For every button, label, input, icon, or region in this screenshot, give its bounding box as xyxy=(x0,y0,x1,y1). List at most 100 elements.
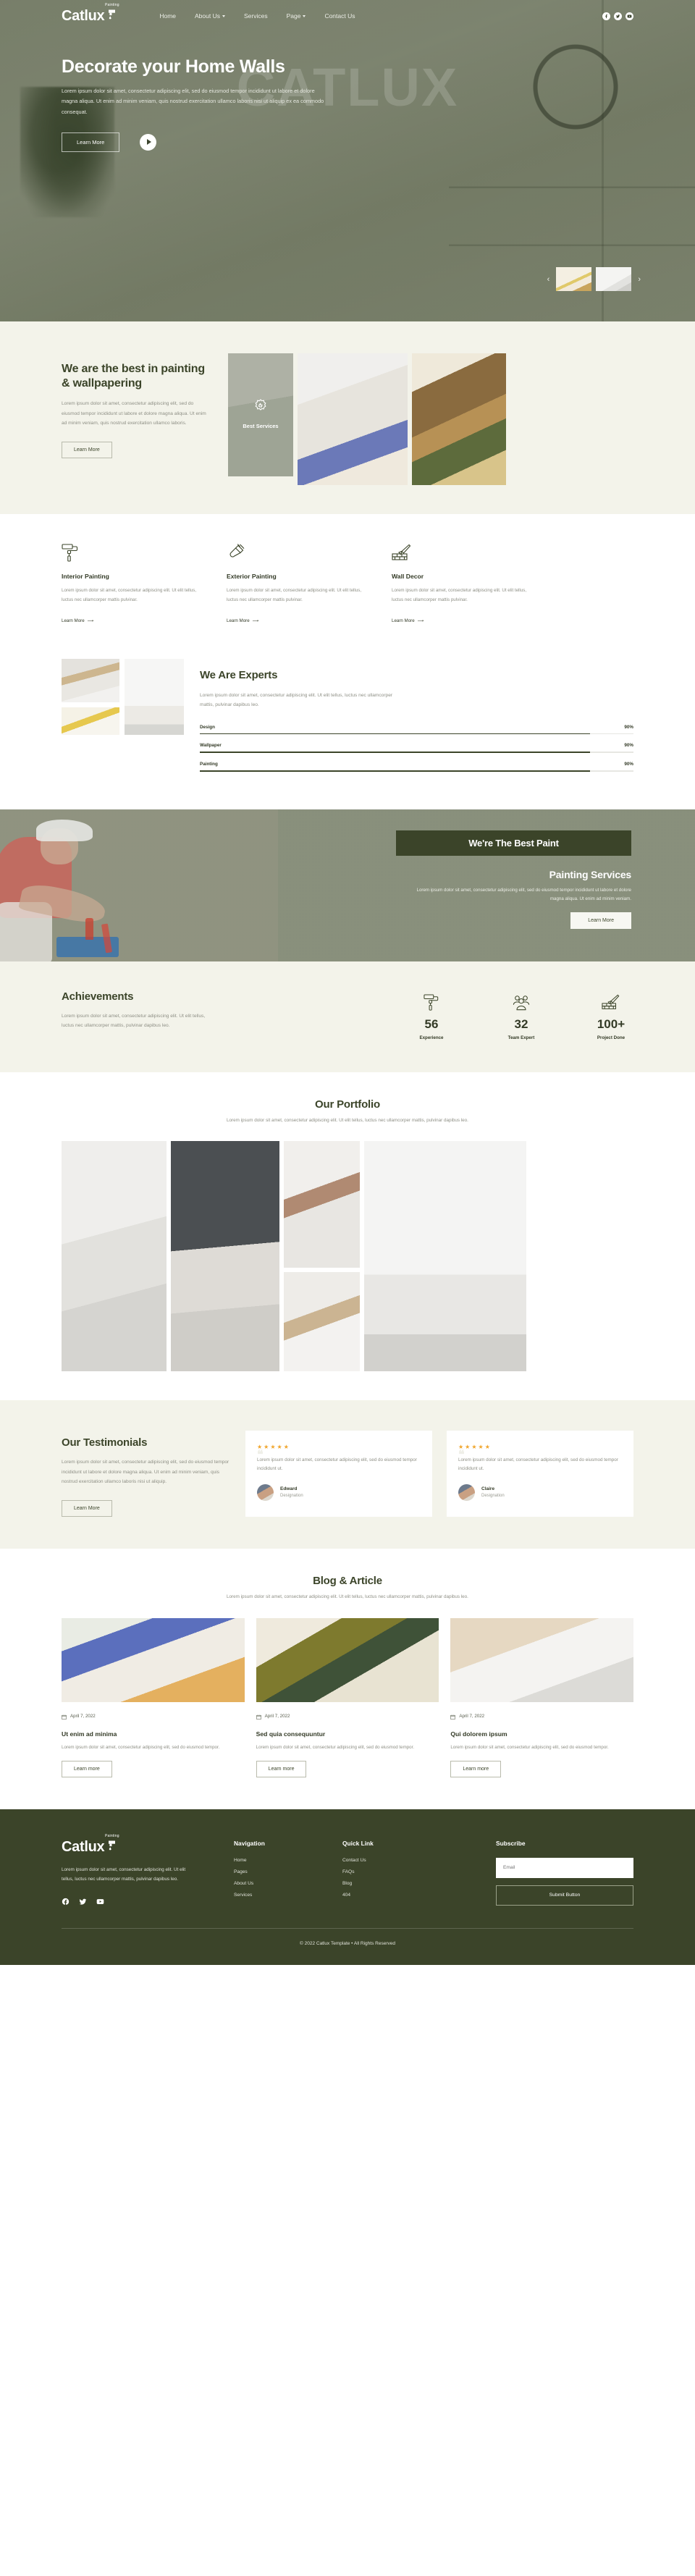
portfolio-item[interactable] xyxy=(284,1141,360,1268)
nav-item-services[interactable]: Services xyxy=(244,12,268,20)
footer-link-services[interactable]: Services xyxy=(234,1893,342,1898)
twitter-icon[interactable] xyxy=(79,1896,87,1909)
footer-link-contact-us[interactable]: Contact Us xyxy=(342,1858,451,1863)
best-title: We are the best in painting & wallpaperi… xyxy=(62,363,205,390)
hero-section: CATLUX Catlux Painting Home About Us Ser… xyxy=(0,0,695,321)
paint-roller-icon xyxy=(62,543,205,563)
blog-container: Blog & Article Lorem ipsum dolor sit ame… xyxy=(62,1575,634,1777)
blog-learn-more-button[interactable]: Learn more xyxy=(450,1760,502,1777)
best-gallery: Best Services xyxy=(228,353,633,485)
service-learn-more-link[interactable]: Learn More ⟶ xyxy=(227,618,259,623)
testimonial-cards: ★★★★★ ❝ Lorem ipsum dolor sit amet, cons… xyxy=(245,1431,633,1517)
logo-superscript: Painting xyxy=(105,1833,119,1838)
experts-images xyxy=(62,659,184,780)
blog-card-text: Lorem ipsum dolor sit amet, consectetur … xyxy=(256,1744,415,1750)
service-card-wall-decor[interactable]: Wall Decor Lorem ipsum dolor sit amet, c… xyxy=(392,543,535,626)
footer-link-about-us[interactable]: About Us xyxy=(234,1881,342,1886)
paint-banner-learn-more-button[interactable]: Learn More xyxy=(570,912,631,929)
footer-link-blog[interactable]: Blog xyxy=(342,1881,451,1886)
portfolio-item[interactable] xyxy=(284,1272,360,1372)
footer-container: Catlux Painting Lorem ipsum dolor sit am… xyxy=(62,1834,633,1965)
facebook-icon[interactable] xyxy=(602,12,610,20)
service-link-label: Learn More xyxy=(392,618,415,624)
youtube-icon[interactable] xyxy=(626,12,633,20)
arrow-right-icon: ⟶ xyxy=(252,618,259,624)
twitter-icon[interactable] xyxy=(614,12,622,20)
footer-link-pages[interactable]: Pages xyxy=(234,1869,342,1874)
footer-link-home[interactable]: Home xyxy=(234,1858,342,1863)
youtube-icon[interactable] xyxy=(96,1896,104,1909)
footer-logo[interactable]: Catlux Painting xyxy=(62,1834,234,1854)
service-card-exterior-painting[interactable]: Exterior Painting Lorem ipsum dolor sit … xyxy=(227,543,370,626)
blog-card-title: Ut enim ad minima xyxy=(62,1730,117,1738)
subscribe-email-input[interactable] xyxy=(496,1857,633,1878)
portfolio-column xyxy=(62,1141,167,1372)
testimonials-learn-more-button[interactable]: Learn More xyxy=(62,1499,112,1517)
portfolio-paragraph: Lorem ipsum dolor sit amet, consectetur … xyxy=(227,1117,468,1123)
play-video-icon[interactable] xyxy=(140,133,157,151)
nav-item-page[interactable]: Page xyxy=(287,12,306,20)
portfolio-item[interactable] xyxy=(364,1141,526,1372)
nav-item-contact-us[interactable]: Contact Us xyxy=(324,12,355,20)
blog-card[interactable]: April 7, 2022 Sed quia consequuntur Lore… xyxy=(256,1617,439,1777)
service-card-interior-painting[interactable]: Interior Painting Lorem ipsum dolor sit … xyxy=(62,543,205,626)
carousel-prev-icon[interactable]: ‹ xyxy=(545,275,552,284)
gallery-image-moodboard xyxy=(412,353,506,485)
hero-learn-more-button[interactable]: Learn More xyxy=(62,132,120,152)
skill-bar-header: Painting 90% xyxy=(200,762,633,767)
skill-bar-header: Design 90% xyxy=(200,725,633,730)
gallery-image-blueprint xyxy=(298,353,408,485)
best-container: We are the best in painting & wallpaperi… xyxy=(62,353,633,485)
blog-paragraph: Lorem ipsum dolor sit amet, consectetur … xyxy=(227,1594,468,1599)
service-title: Wall Decor xyxy=(392,573,424,580)
portfolio-section: Our Portfolio Lorem ipsum dolor sit amet… xyxy=(0,1072,695,1401)
testimonial-text: Lorem ipsum dolor sit amet, consectetur … xyxy=(257,1457,417,1472)
experts-image-living-room xyxy=(62,659,119,703)
subscribe-submit-button[interactable]: Submit Button xyxy=(496,1885,633,1906)
carousel-thumbnail[interactable] xyxy=(596,267,632,291)
best-learn-more-button[interactable]: Learn More xyxy=(62,441,112,458)
footer-link-faqs[interactable]: FAQs xyxy=(342,1869,451,1874)
skill-bar-painting: Painting 90% xyxy=(200,762,633,772)
carousel-thumbnail[interactable] xyxy=(556,267,592,291)
portfolio-item[interactable] xyxy=(171,1141,279,1372)
site-logo[interactable]: Catlux Painting xyxy=(62,4,119,24)
blog-learn-more-button[interactable]: Learn more xyxy=(62,1760,112,1777)
blog-learn-more-button[interactable]: Learn more xyxy=(256,1760,307,1777)
footer-navigation-heading: Navigation xyxy=(234,1839,265,1847)
achievements-container: Achievements Lorem ipsum dolor sit amet,… xyxy=(62,990,633,1040)
rating-stars: ★★★★★ xyxy=(257,1444,290,1451)
arrow-right-icon: ⟶ xyxy=(417,618,424,624)
skill-fill xyxy=(200,752,591,753)
service-learn-more-link[interactable]: Learn More ⟶ xyxy=(62,618,94,623)
facebook-icon[interactable] xyxy=(62,1896,70,1909)
carousel-next-icon[interactable]: › xyxy=(636,275,643,284)
footer-link-404[interactable]: 404 xyxy=(342,1893,451,1898)
hero-content: Decorate your Home Walls Lorem ipsum dol… xyxy=(62,32,633,152)
blog-thumbnail xyxy=(450,1617,634,1702)
service-learn-more-link[interactable]: Learn More ⟶ xyxy=(392,618,424,623)
testimonials-title: Our Testimonials xyxy=(62,1436,148,1449)
nav-item-about-us[interactable]: About Us xyxy=(195,12,225,20)
blog-card[interactable]: April 7, 2022 Qui dolorem ipsum Lorem ip… xyxy=(450,1617,634,1777)
blog-header: Blog & Article Lorem ipsum dolor sit ame… xyxy=(62,1575,633,1602)
stat-caption: Team Expert xyxy=(507,1035,535,1040)
hero-cta-group: Learn More xyxy=(62,132,633,152)
blog-card[interactable]: April 7, 2022 Ut enim ad minima Lorem ip… xyxy=(62,1617,245,1777)
portfolio-column xyxy=(364,1141,526,1372)
paint-banner-paragraph: Lorem ipsum dolor sit amet, consectetur … xyxy=(416,887,631,901)
blog-grid: April 7, 2022 Ut enim ad minima Lorem ip… xyxy=(62,1617,634,1777)
stat-project-done: 100+ Project Done xyxy=(589,993,633,1040)
blog-card-text: Lorem ipsum dolor sit amet, consectetur … xyxy=(62,1744,220,1750)
nav-item-home[interactable]: Home xyxy=(159,12,176,20)
best-copy: We are the best in painting & wallpaperi… xyxy=(62,353,212,485)
portfolio-item[interactable] xyxy=(62,1141,167,1372)
experts-container: We Are Experts Lorem ipsum dolor sit ame… xyxy=(62,659,633,780)
stat-experience: 56 Experience xyxy=(409,993,454,1040)
testimonials-row: Our Testimonials Lorem ipsum dolor sit a… xyxy=(62,1431,633,1517)
calendar-icon xyxy=(450,1710,456,1723)
skill-track xyxy=(200,752,633,753)
skill-fill xyxy=(200,733,591,735)
gallery-caption: Best Services xyxy=(243,422,279,429)
blog-date: April 7, 2022 xyxy=(459,1714,485,1720)
